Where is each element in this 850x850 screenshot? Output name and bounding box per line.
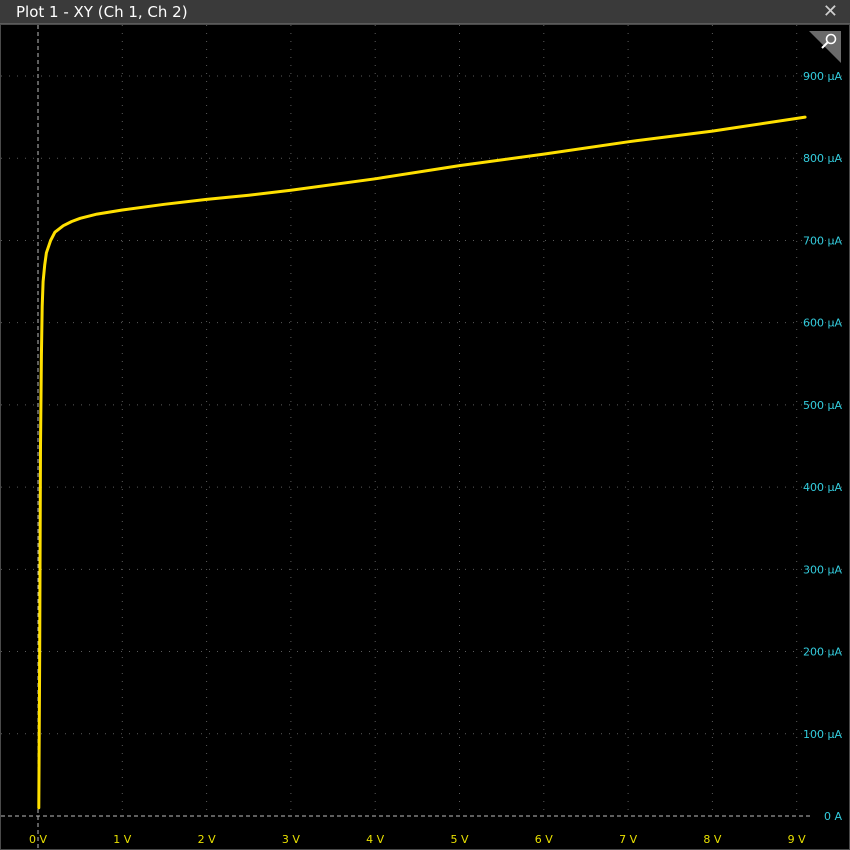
zero-lines <box>1 25 813 849</box>
title-bar: Plot 1 - XY (Ch 1, Ch 2) ✕ <box>0 0 850 24</box>
y-tick-label: 0 A <box>824 810 842 823</box>
y-tick-label: 200 µA <box>803 646 842 659</box>
y-tick-label: 600 µA <box>803 317 842 330</box>
trace <box>37 115 807 810</box>
x-tick-label: 5 V <box>450 833 468 846</box>
window-title: Plot 1 - XY (Ch 1, Ch 2) <box>16 3 188 21</box>
y-tick-label: 400 µA <box>803 481 842 494</box>
x-tick-label: 1 V <box>113 833 131 846</box>
close-icon[interactable]: ✕ <box>823 1 838 22</box>
x-tick-labels: 0 V 1 V 2 V 3 V 4 V 5 V 6 V 7 V 8 V 9 V <box>29 833 806 846</box>
grid <box>1 25 849 816</box>
x-tick-label: 3 V <box>282 833 300 846</box>
y-tick-label: 300 µA <box>803 563 842 576</box>
y-tick-label: 700 µA <box>803 234 842 247</box>
x-tick-label: 7 V <box>619 833 637 846</box>
x-tick-label: 6 V <box>535 833 553 846</box>
x-tick-label: 0 V <box>29 833 47 846</box>
series-line <box>37 115 807 810</box>
y-tick-label: 800 µA <box>803 152 842 165</box>
y-tick-label: 100 µA <box>803 728 842 741</box>
y-tick-label: 500 µA <box>803 399 842 412</box>
plot-area: 0 V 1 V 2 V 3 V 4 V 5 V 6 V 7 V 8 V 9 V 0 A 100 µA… <box>0 24 850 850</box>
magnifier-icon[interactable] <box>809 31 841 63</box>
y-tick-labels: 0 A 100 µA 200 µA 300 µA 400 µA 500 µA 600 µA 7… <box>803 70 842 823</box>
x-tick-label: 4 V <box>366 833 384 846</box>
x-tick-label: 9 V <box>788 833 806 846</box>
x-tick-label: 8 V <box>703 833 721 846</box>
x-tick-label: 2 V <box>198 833 216 846</box>
xy-plot: 0 V 1 V 2 V 3 V 4 V 5 V 6 V 7 V 8 V 9 V 0 A 100 µA… <box>1 25 849 849</box>
y-tick-label: 900 µA <box>803 70 842 83</box>
